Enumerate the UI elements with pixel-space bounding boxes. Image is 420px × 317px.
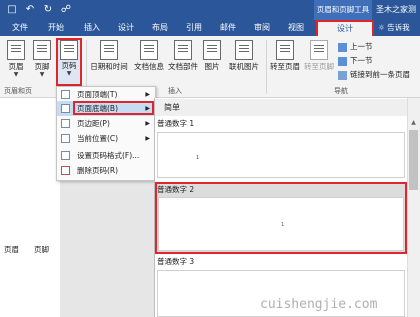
tab-design[interactable]: 设计 <box>112 20 140 36</box>
calendar-icon <box>100 40 118 60</box>
menu-item-page-margins[interactable]: 页边距(P) ▶ <box>57 116 154 131</box>
online-picture-icon <box>235 40 253 60</box>
menu-item-top-of-page[interactable]: 页面顶端(T) ▶ <box>57 87 154 102</box>
page-number-button[interactable]: 页码 ▼ <box>56 38 82 86</box>
datetime-button-label: 日期和时间 <box>90 62 128 71</box>
menu-item-remove-page-numbers[interactable]: 删除页码(R) <box>57 163 154 178</box>
menu-item-highlight-box <box>73 101 154 115</box>
redo-icon[interactable]: ↻ <box>42 4 54 16</box>
remove-page-numbers-icon <box>61 166 70 175</box>
chevron-right-icon: ▶ <box>145 120 150 127</box>
tab-view[interactable]: 视图 <box>282 20 310 36</box>
footer-icon <box>33 40 51 60</box>
page-number-preview: 1 <box>281 222 285 228</box>
tab-home[interactable]: 开始 <box>42 20 70 36</box>
picture-icon <box>203 40 221 60</box>
docinfo-button[interactable]: 文档信息 <box>132 38 166 84</box>
document-title: 圣木之家测 <box>376 5 416 14</box>
tell-me-label: 告诉我 <box>387 23 410 32</box>
tab-mailings[interactable]: 邮件 <box>214 20 242 36</box>
tell-me-search[interactable]: ☼ 告诉我 <box>378 20 420 36</box>
datetime-button[interactable]: 日期和时间 <box>88 38 130 84</box>
gallery-item-title: 普通数字 2 <box>157 185 195 194</box>
menu-item-label: 页边距(P) <box>77 119 110 128</box>
chevron-down-icon: ▼ <box>66 70 72 77</box>
gallery-category-header: 简单 <box>155 99 407 116</box>
page-number-icon <box>60 40 78 60</box>
ribbon-separator <box>266 40 267 94</box>
goto-footer-label: 转至页脚 <box>304 62 334 71</box>
format-page-numbers-icon <box>61 151 70 160</box>
undo-icon[interactable]: ↶ <box>24 4 36 16</box>
watermark: cuishengjie.com <box>260 297 378 312</box>
link-icon <box>338 70 347 80</box>
page-top-icon <box>61 90 70 99</box>
arrow-up-icon <box>338 42 347 52</box>
link-to-previous-button[interactable]: 链接到前一条页眉 <box>338 69 410 80</box>
menu-item-label: 删除页码(R) <box>77 166 119 175</box>
goto-header-button[interactable]: 转至页眉 <box>268 38 302 84</box>
tab-references[interactable]: 引用 <box>180 20 208 36</box>
chevron-right-icon: ▶ <box>145 135 150 142</box>
context-group-label: 页眉和页脚工具 <box>314 0 372 20</box>
chevron-down-icon: ▼ <box>13 71 19 78</box>
link-to-previous-label: 链接到前一条页眉 <box>350 70 410 79</box>
document-info-icon <box>140 40 158 60</box>
tab-review[interactable]: 审阅 <box>248 20 276 36</box>
current-position-icon <box>61 134 70 143</box>
goto-header-label: 转至页眉 <box>270 62 300 71</box>
previous-section-label: 上一节 <box>350 42 373 51</box>
goto-footer-icon <box>310 40 328 60</box>
goto-header-icon <box>276 40 294 60</box>
tab-layout[interactable]: 布局 <box>146 20 174 36</box>
menu-item-label: 页面顶端(T) <box>77 90 118 99</box>
save-icon[interactable]: □ <box>6 4 18 16</box>
tab-insert[interactable]: 插入 <box>78 20 106 36</box>
header-icon <box>7 40 25 60</box>
picture-button-label: 图片 <box>204 62 220 71</box>
group-label-insert: 插入 <box>168 87 182 95</box>
document-page <box>0 98 60 317</box>
chevron-right-icon: ▶ <box>145 91 150 98</box>
docparts-button-label: 文档部件 <box>168 62 198 71</box>
online-picture-button-label: 联机图片 <box>229 62 259 71</box>
next-section-button[interactable]: 下一节 <box>338 55 373 66</box>
docparts-button[interactable]: 文档部件 <box>166 38 200 84</box>
side-label-footer: 页脚 <box>34 245 49 254</box>
gallery-item-plain-number-1[interactable]: 1 <box>157 132 405 178</box>
gallery-item-title: 普通数字 1 <box>157 119 195 128</box>
scrollbar-thumb[interactable] <box>409 130 418 190</box>
group-label-navigation: 导航 <box>334 87 348 95</box>
menu-item-format-page-numbers[interactable]: 设置页码格式(F)... <box>57 148 154 163</box>
menu-item-current-position[interactable]: 当前位置(C) ▶ <box>57 131 154 146</box>
document-parts-icon <box>174 40 192 60</box>
print-preview-icon[interactable]: ☍ <box>60 4 72 16</box>
header-button[interactable]: 页眉 ▼ <box>4 38 28 84</box>
docinfo-button-label: 文档信息 <box>134 62 164 71</box>
page-number-preview: 1 <box>196 155 200 161</box>
scroll-up-icon[interactable]: ▲ <box>408 118 419 128</box>
page-bottom-icon <box>61 104 70 113</box>
side-label-header: 页眉 <box>4 245 19 254</box>
menu-item-label: 当前位置(C) <box>77 134 119 143</box>
gallery-item-title: 普通数字 3 <box>157 257 195 266</box>
previous-section-button[interactable]: 上一节 <box>338 41 373 52</box>
lightbulb-icon: ☼ <box>378 23 385 32</box>
menu-item-label: 设置页码格式(F)... <box>77 151 140 160</box>
chevron-down-icon: ▼ <box>39 71 45 78</box>
online-picture-button[interactable]: 联机图片 <box>224 38 264 84</box>
goto-footer-button[interactable]: 转至页脚 <box>302 38 336 84</box>
picture-button[interactable]: 图片 <box>201 38 223 84</box>
next-section-label: 下一节 <box>350 56 373 65</box>
arrow-down-icon <box>338 56 347 66</box>
tab-file[interactable]: 文件 <box>6 20 34 36</box>
group-label-header-footer: 页眉和页 <box>4 87 32 95</box>
footer-button[interactable]: 页脚 ▼ <box>30 38 54 84</box>
page-margins-icon <box>61 119 70 128</box>
gallery-item-preview: 1 <box>158 197 404 251</box>
